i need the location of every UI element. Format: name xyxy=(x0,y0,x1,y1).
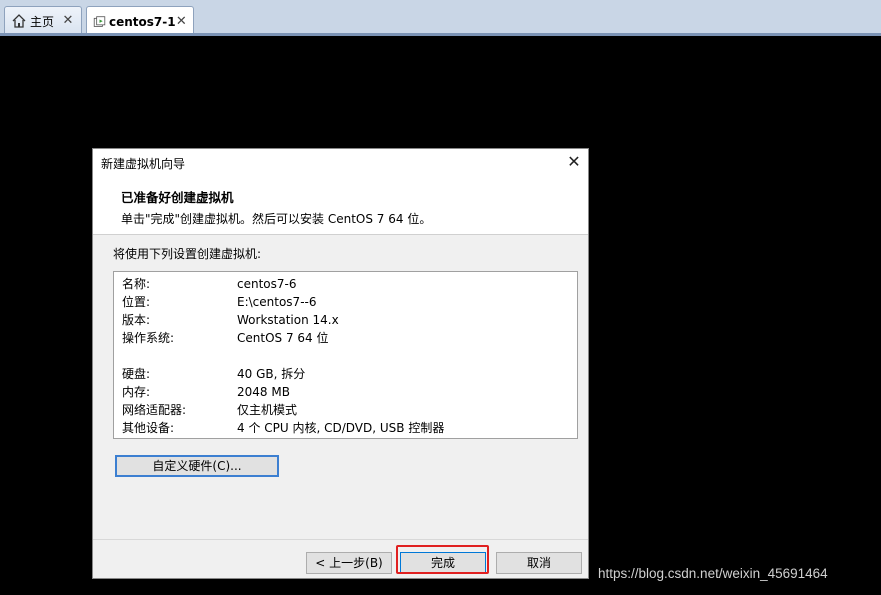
summary-spacer xyxy=(122,347,569,365)
header-subtitle: 单击"完成"创建虚拟机。然后可以安装 CentOS 7 64 位。 xyxy=(121,212,432,226)
customize-hardware-button[interactable]: 自定义硬件(C)... xyxy=(115,455,279,477)
summary-value: E:\centos7--6 xyxy=(237,295,317,309)
summary-row: 硬盘: 40 GB, 拆分 xyxy=(122,365,569,383)
finish-button[interactable]: 完成 xyxy=(400,552,486,574)
settings-summary-box: 名称: centos7-6 位置: E:\centos7--6 版本: Work… xyxy=(113,271,578,439)
tab-home[interactable]: 主页 ✕ xyxy=(4,6,82,35)
summary-key: 名称: xyxy=(122,277,151,291)
vm-icon xyxy=(93,15,106,27)
new-vm-wizard-dialog: 新建虚拟机向导 ✕ 已准备好创建虚拟机 单击"完成"创建虚拟机。然后可以安装 C… xyxy=(92,148,589,579)
summary-value: Workstation 14.x xyxy=(237,313,339,327)
summary-row: 位置: E:\centos7--6 xyxy=(122,293,569,311)
summary-key: 位置: xyxy=(122,295,151,309)
dialog-title: 新建虚拟机向导 xyxy=(101,156,186,171)
dialog-close-icon[interactable]: ✕ xyxy=(560,149,588,177)
tab-vm[interactable]: centos7-1 ✕ xyxy=(86,6,194,36)
home-icon xyxy=(12,14,26,28)
summary-key: 版本: xyxy=(122,313,151,327)
dialog-titlebar: 新建虚拟机向导 ✕ xyxy=(93,149,588,177)
summary-value: 4 个 CPU 内核, CD/DVD, USB 控制器 xyxy=(237,421,445,435)
summary-row: 其他设备: 4 个 CPU 内核, CD/DVD, USB 控制器 xyxy=(122,419,569,437)
close-icon[interactable]: ✕ xyxy=(61,14,75,28)
back-button[interactable]: < 上一步(B) xyxy=(306,552,392,574)
close-icon[interactable]: ✕ xyxy=(176,14,187,29)
summary-row: 操作系统: CentOS 7 64 位 xyxy=(122,329,569,347)
dialog-footer: < 上一步(B) 完成 取消 xyxy=(93,539,588,578)
summary-key: 网络适配器: xyxy=(122,403,187,417)
tab-vm-label: centos7-1 xyxy=(109,14,176,29)
summary-key: 硬盘: xyxy=(122,367,151,381)
summary-row: 名称: centos7-6 xyxy=(122,275,569,293)
summary-value: 2048 MB xyxy=(237,385,290,399)
tab-strip-line xyxy=(0,33,881,36)
settings-prompt: 将使用下列设置创建虚拟机: xyxy=(113,247,262,261)
summary-value: 40 GB, 拆分 xyxy=(237,367,306,381)
dialog-header: 已准备好创建虚拟机 单击"完成"创建虚拟机。然后可以安装 CentOS 7 64… xyxy=(93,177,588,235)
tab-bar: 主页 ✕ centos7-1 ✕ xyxy=(0,0,881,36)
summary-row: 网络适配器: 仅主机模式 xyxy=(122,401,569,419)
summary-row: 内存: 2048 MB xyxy=(122,383,569,401)
summary-value: 仅主机模式 xyxy=(237,403,298,417)
summary-key: 操作系统: xyxy=(122,331,175,345)
watermark: https://blog.csdn.net/weixin_45691464 xyxy=(598,566,828,581)
header-title: 已准备好创建虚拟机 xyxy=(121,190,234,205)
tab-home-label: 主页 xyxy=(30,14,55,29)
summary-value: centos7-6 xyxy=(237,277,297,291)
summary-key: 其他设备: xyxy=(122,421,175,435)
summary-row: 版本: Workstation 14.x xyxy=(122,311,569,329)
cancel-button[interactable]: 取消 xyxy=(496,552,582,574)
summary-key: 内存: xyxy=(122,385,151,399)
summary-value: CentOS 7 64 位 xyxy=(237,331,329,345)
